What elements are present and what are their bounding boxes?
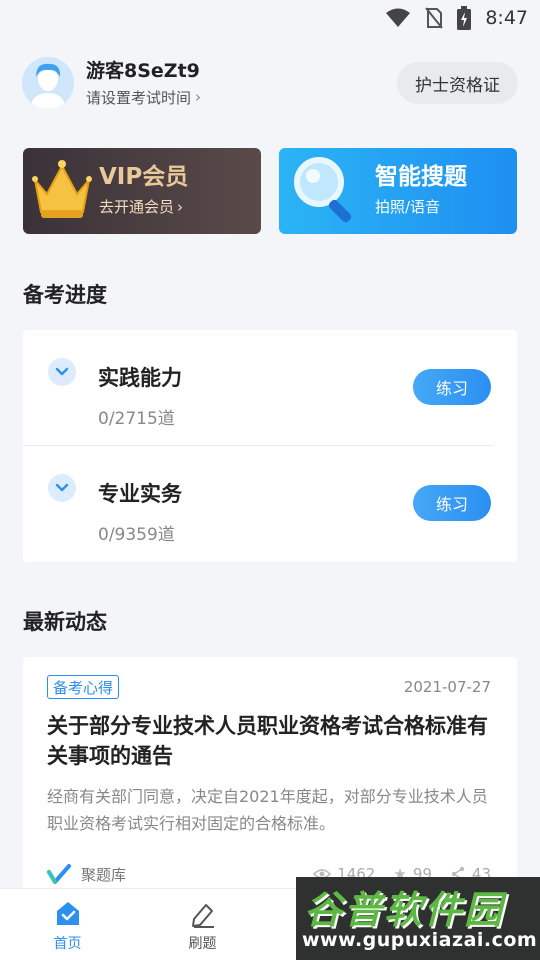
tab-practice[interactable]: 刷题 bbox=[135, 889, 270, 960]
avatar[interactable] bbox=[22, 57, 74, 109]
set-exam-time-label: 请设置考试时间 bbox=[86, 88, 192, 107]
smart-search-title: 智能搜题 bbox=[375, 164, 467, 190]
promo-row: VIP会员 去开通会员 › 智能搜题 拍照/语音 bbox=[23, 148, 517, 234]
watermark: 谷普软件园 www.gupuxiazai.com bbox=[296, 877, 540, 960]
news-source: 聚题库 bbox=[47, 864, 313, 885]
tab-practice-label: 刷题 bbox=[188, 936, 217, 952]
pencil-icon bbox=[191, 904, 214, 928]
watermark-title: 谷普软件园 bbox=[304, 888, 505, 932]
magnifier-icon bbox=[294, 157, 352, 223]
subject-count: 0/2715道 bbox=[98, 409, 175, 429]
news-tag: 备考心得 bbox=[47, 675, 120, 699]
tab-home[interactable]: 首页 bbox=[0, 889, 135, 960]
certificate-selector-button[interactable]: 护士资格证 bbox=[397, 62, 518, 104]
news-excerpt: 经商有关部门同意，决定自2021年度起，对部分专业技术人员职业资格考试实行相对固… bbox=[47, 787, 488, 833]
smart-search-subtitle: 拍照/语音 bbox=[375, 198, 441, 216]
subject-item-practical-ability[interactable]: 实践能力 0/2715道 练习 bbox=[23, 330, 517, 445]
progress-card: 实践能力 0/2715道 练习 专业实务 0/9359道 练习 bbox=[23, 330, 517, 562]
crown-icon bbox=[32, 160, 92, 218]
chevron-down-icon bbox=[55, 367, 69, 376]
set-exam-time-link[interactable]: 请设置考试时间 › bbox=[86, 87, 397, 108]
news-section-title: 最新动态 bbox=[23, 610, 107, 634]
user-avatar-icon bbox=[22, 57, 74, 109]
username: 游客8SeZt9 bbox=[86, 59, 200, 82]
chevron-down-icon bbox=[55, 483, 69, 492]
smart-search-card[interactable]: 智能搜题 拍照/语音 bbox=[279, 148, 517, 234]
subject-name: 专业实务 bbox=[98, 482, 182, 506]
tab-home-label: 首页 bbox=[53, 936, 82, 952]
chevron-right-icon: › bbox=[177, 197, 184, 216]
vip-title: VIP会员 bbox=[99, 164, 189, 190]
practice-button[interactable]: 练习 bbox=[413, 369, 491, 405]
expand-button[interactable] bbox=[48, 358, 76, 386]
news-source-name: 聚题库 bbox=[81, 865, 127, 884]
progress-section-title: 备考进度 bbox=[23, 283, 107, 307]
news-date: 2021-07-27 bbox=[403, 678, 491, 696]
vip-subtitle: 去开通会员 bbox=[99, 198, 175, 216]
chevron-right-icon: › bbox=[195, 88, 202, 106]
home-icon bbox=[56, 902, 79, 925]
source-logo-icon bbox=[47, 864, 71, 884]
news-title[interactable]: 关于部分专业技术人员职业资格考试合格标准有关事项的通告 bbox=[47, 711, 491, 771]
watermark-url: www.gupuxiazai.com bbox=[302, 929, 538, 951]
wifi-icon bbox=[386, 8, 411, 27]
profile-header: 游客8SeZt9 请设置考试时间 › 护士资格证 bbox=[22, 56, 518, 110]
subject-name: 实践能力 bbox=[98, 366, 182, 390]
subject-item-professional-practice[interactable]: 专业实务 0/9359道 练习 bbox=[23, 446, 517, 561]
expand-button[interactable] bbox=[48, 474, 76, 502]
news-card[interactable]: 备考心得 2021-07-27 关于部分专业技术人员职业资格考试合格标准有关事项… bbox=[23, 657, 517, 897]
clock: 8:47 bbox=[485, 7, 528, 29]
practice-button[interactable]: 练习 bbox=[413, 485, 491, 521]
vip-membership-card[interactable]: VIP会员 去开通会员 › bbox=[23, 148, 261, 234]
no-sim-icon bbox=[425, 7, 444, 29]
status-bar: 8:47 bbox=[0, 0, 540, 36]
profile-info: 游客8SeZt9 请设置考试时间 › bbox=[86, 59, 397, 108]
subject-count: 0/9359道 bbox=[98, 525, 175, 545]
battery-charging-icon bbox=[457, 6, 472, 30]
